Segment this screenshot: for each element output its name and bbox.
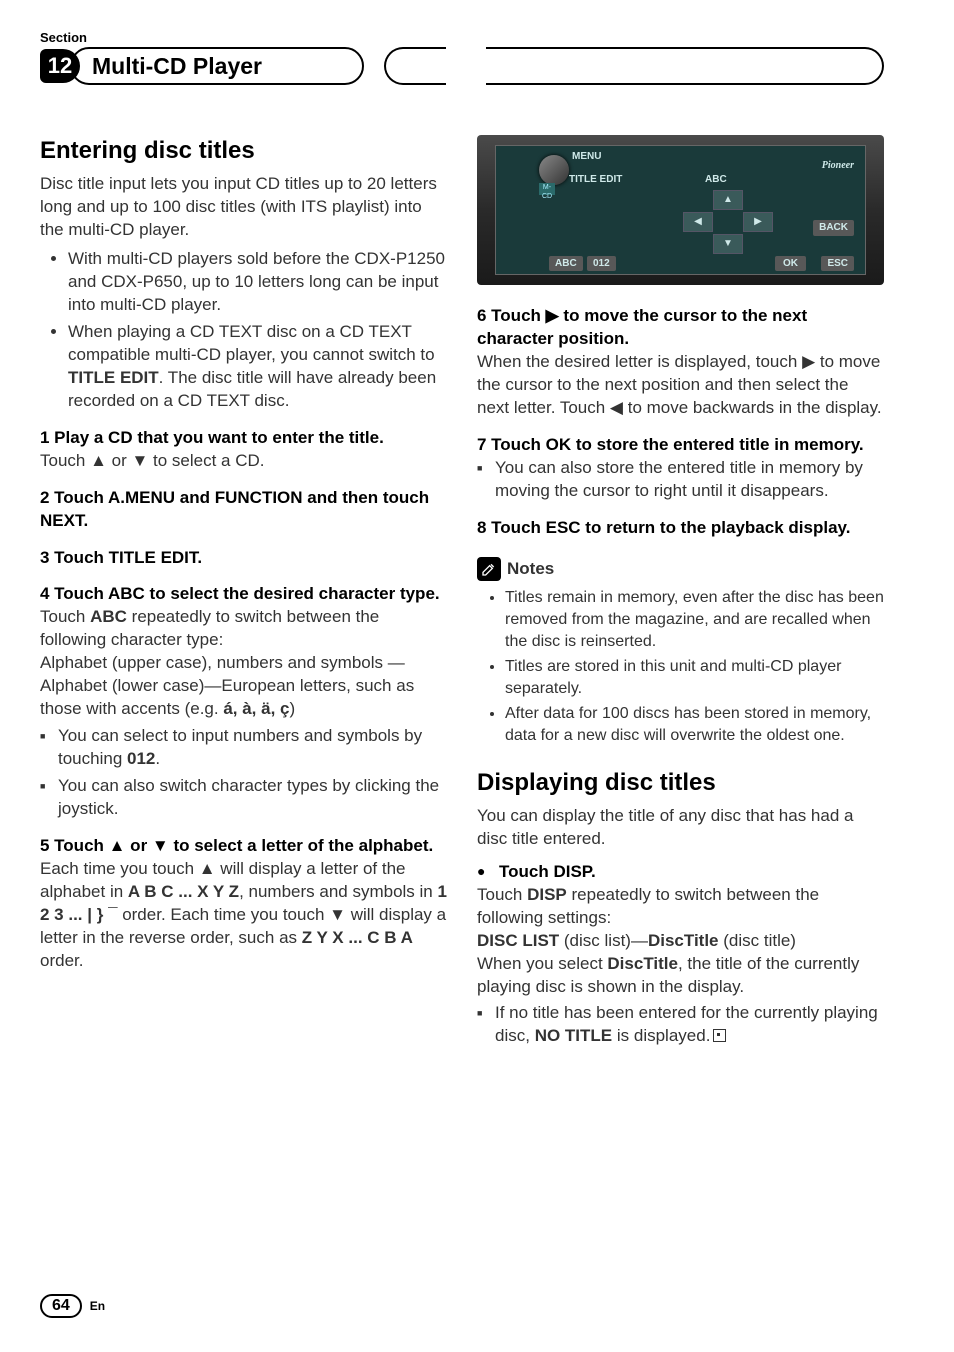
device-title-edit-label: TITLE EDIT <box>569 173 622 187</box>
device-012-button: 012 <box>587 256 616 272</box>
device-back-button: BACK <box>813 220 854 236</box>
step-4-sub1: You can select to input numbers and symb… <box>40 725 447 771</box>
heading-entering-titles: Entering disc titles <box>40 135 447 167</box>
bullet-item: With multi-CD players sold before the CD… <box>68 248 447 317</box>
device-abc-button: ABC <box>549 256 583 272</box>
step-6-body: When the desired letter is displayed, to… <box>477 351 884 420</box>
step-4-head: 4 Touch ABC to select the desired charac… <box>40 583 447 606</box>
page-lang: En <box>90 1299 105 1313</box>
section-number-badge: 12 <box>40 49 80 83</box>
header-decor-right <box>486 47 884 85</box>
device-menu-label: MENU <box>572 150 601 164</box>
intro-bullets: With multi-CD players sold before the CD… <box>40 248 447 413</box>
step-6-head: 6 Touch ▶ to move the cursor to the next… <box>477 305 884 351</box>
step-2-head: 2 Touch A.MENU and FUNCTION and then tou… <box>40 487 447 533</box>
disp-body: Touch DISP repeatedly to switch between … <box>477 884 884 999</box>
step-7-head: 7 Touch OK to store the entered title in… <box>477 434 884 457</box>
device-mcd-label: M-CD <box>539 183 555 195</box>
section-label: Section <box>40 30 884 45</box>
step-5-body: Each time you touch ▲ will display a let… <box>40 858 447 973</box>
device-ok-button: OK <box>775 256 806 272</box>
right-column: M-CD MENU TITLE EDIT ABC Pioneer BACK OK… <box>477 135 884 1052</box>
end-mark-icon <box>713 1029 726 1042</box>
left-column: Entering disc titles Disc title input le… <box>40 135 447 1052</box>
device-esc-button: ESC <box>821 256 854 272</box>
device-dial-icon <box>539 155 569 185</box>
notes-label: Notes <box>507 558 554 581</box>
device-screenshot: M-CD MENU TITLE EDIT ABC Pioneer BACK OK… <box>477 135 884 285</box>
note-item: After data for 100 discs has been stored… <box>505 703 884 746</box>
header-decor-left <box>384 47 446 85</box>
step-7-sub: You can also store the entered title in … <box>477 457 884 503</box>
step-1-head: 1 Play a CD that you want to enter the t… <box>40 427 447 450</box>
notes-list: Titles remain in memory, even after the … <box>477 587 884 746</box>
disp-intro: You can display the title of any disc th… <box>477 805 884 851</box>
step-4-sub2: You can also switch character types by c… <box>40 775 447 821</box>
page-title: Multi-CD Player <box>70 47 364 85</box>
header: 12 Multi-CD Player <box>40 47 884 85</box>
step-8-head: 8 Touch ESC to return to the playback di… <box>477 517 884 540</box>
device-nav-cluster: ▲ ◀ ▶ ▼ <box>667 190 787 250</box>
step-3-head: 3 Touch TITLE EDIT. <box>40 547 447 570</box>
note-item: Titles remain in memory, even after the … <box>505 587 884 652</box>
bullet-item: When playing a CD TEXT disc on a CD TEXT… <box>68 321 447 413</box>
note-item: Titles are stored in this unit and multi… <box>505 656 884 699</box>
notes-icon <box>477 557 501 581</box>
device-abc-label: ABC <box>705 173 727 187</box>
page-footer: 64 En <box>40 1294 105 1318</box>
page-number: 64 <box>40 1294 82 1318</box>
device-pioneer-logo: Pioneer <box>822 159 854 173</box>
step-4-body: Touch ABC repeatedly to switch between t… <box>40 606 447 721</box>
heading-displaying-titles: Displaying disc titles <box>477 767 884 799</box>
step-1-body: Touch ▲ or ▼ to select a CD. <box>40 450 447 473</box>
notes-heading: Notes <box>477 557 884 581</box>
step-5-head: 5 Touch ▲ or ▼ to select a letter of the… <box>40 835 447 858</box>
disp-head: Touch DISP. <box>477 861 884 884</box>
disp-sub: If no title has been entered for the cur… <box>477 1002 884 1048</box>
intro-text: Disc title input lets you input CD title… <box>40 173 447 242</box>
